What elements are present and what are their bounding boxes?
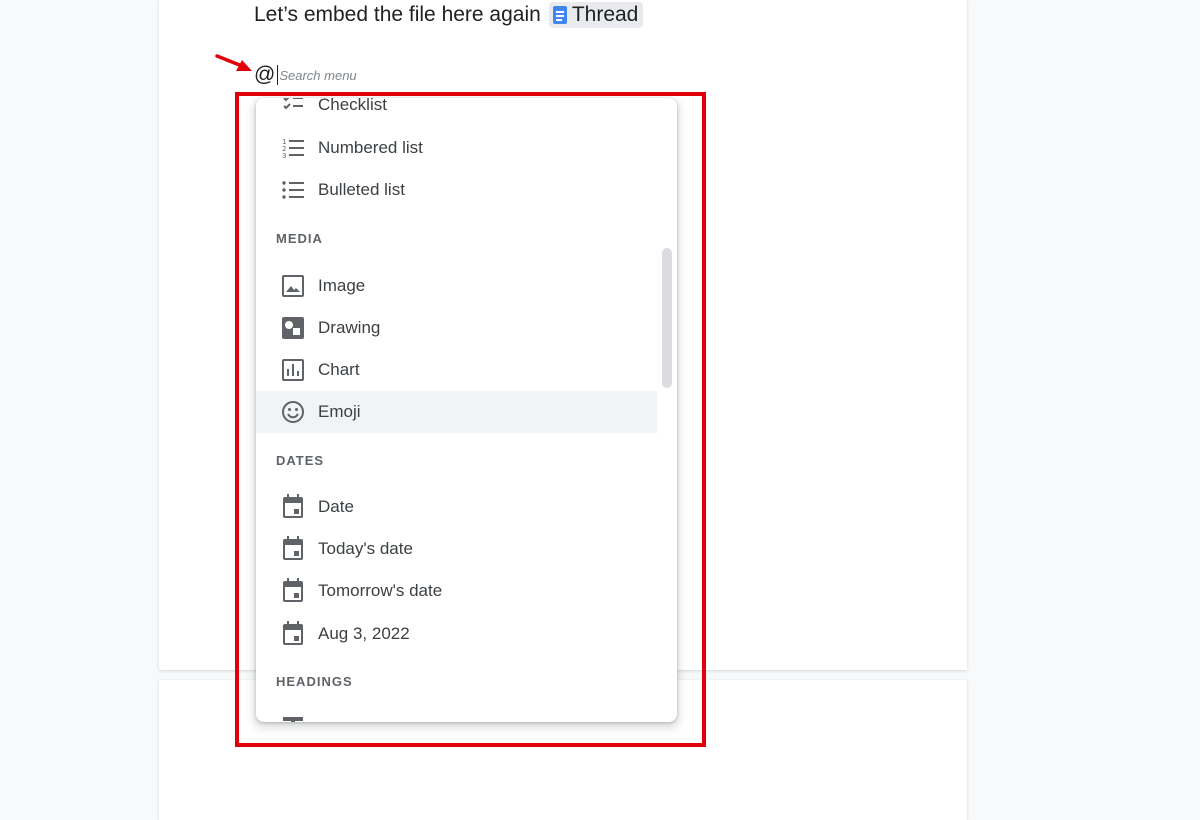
menu-item-chart[interactable]: Chart [256,349,657,391]
bulleted-list-icon [281,178,305,202]
menu-item-label: Drawing [318,318,381,337]
calendar-icon [281,578,305,603]
menu-item-numbered-list[interactable]: 1 2 3 Numbered list [256,127,657,169]
menu-item-heading-partial[interactable] [256,705,657,722]
chart-icon [281,358,305,382]
drawing-icon [281,316,305,340]
section-heading-media: MEDIA [276,231,323,246]
menu-item-emoji[interactable]: Emoji [256,391,657,433]
menu-item-label: Chart [318,360,360,379]
insert-menu: Checklist 1 2 3 Numbered list Bulleted l… [256,98,677,722]
menu-item-label: Numbered list [318,138,423,157]
menu-search[interactable]: @ [254,62,440,88]
title-text-icon [281,714,305,722]
calendar-icon [281,621,305,646]
image-icon [281,274,305,298]
google-docs-icon [552,6,567,24]
document-text-line[interactable]: Let’s embed the file here again Thread [254,0,644,30]
embed-text: Let’s embed the file here again [254,3,541,26]
section-heading-dates: DATES [276,453,325,468]
menu-item-label: Tomorrow's date [318,581,443,600]
menu-item-checklist[interactable]: Checklist [256,98,657,126]
search-input[interactable] [279,67,440,83]
section-heading-headings: HEADINGS [276,674,353,689]
menu-item-label: Emoji [318,402,361,421]
menu-item-label: Bulleted list [318,180,405,199]
menu-scrollbar[interactable] [662,248,672,388]
numbered-list-icon: 1 2 3 [281,136,305,160]
calendar-icon [281,494,305,519]
checklist-icon [281,98,305,117]
menu-item-specific-date[interactable]: Aug 3, 2022 [256,613,657,655]
at-trigger: @ [254,63,276,86]
menu-item-label: Aug 3, 2022 [318,624,410,643]
menu-item-label: Today's date [318,539,413,558]
menu-item-label: Date [318,497,354,516]
menu-item-image[interactable]: Image [256,265,657,307]
menu-item-tomorrows-date[interactable]: Tomorrow's date [256,570,657,612]
menu-item-label: Image [318,276,366,295]
file-chip-label: Thread [571,3,639,26]
svg-text:3: 3 [282,152,286,160]
text-cursor [277,65,279,85]
annotation-arrow-icon [215,54,252,71]
calendar-icon [281,536,305,561]
menu-item-drawing[interactable]: Drawing [256,307,657,349]
menu-item-bulleted-list[interactable]: Bulleted list [256,169,657,211]
file-chip[interactable]: Thread [548,2,644,28]
menu-item-label: Checklist [318,98,387,114]
menu-item-date[interactable]: Date [256,486,657,528]
emoji-icon [281,400,305,424]
menu-item-todays-date[interactable]: Today's date [256,528,657,570]
